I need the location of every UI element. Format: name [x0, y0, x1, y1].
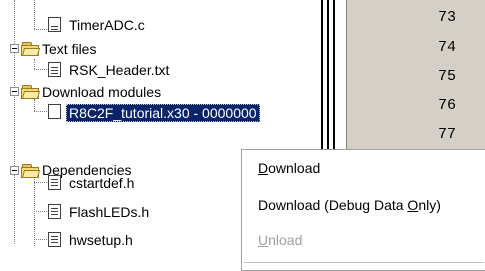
folder-icon: [21, 163, 41, 179]
tree-item-label: cstartdef.h: [69, 175, 135, 191]
menu-item-label: Download: [258, 160, 321, 176]
folder-icon: [21, 41, 41, 57]
menu-item-label: Download (Debug Data Only): [258, 197, 441, 213]
tree-guide-line: [34, 182, 47, 183]
tree-guide-line: [34, 99, 35, 111]
collapse-toggle-icon[interactable]: [10, 166, 19, 175]
tree-item-label: RSK_Header.txt: [69, 62, 170, 78]
tree-item-label: Download modules: [42, 84, 162, 100]
header-file-icon: [48, 232, 61, 247]
menu-item-label: Unload: [258, 232, 303, 248]
tree-guide-line: [34, 211, 47, 212]
tree-guide-line: [14, 0, 15, 244]
line-number: 73: [437, 9, 456, 26]
collapse-toggle-icon[interactable]: [10, 87, 19, 96]
tree-item-label: FlashLEDs.h: [69, 204, 150, 220]
c-file-icon: [48, 17, 61, 32]
line-number: 74: [437, 39, 456, 56]
tree-guide-line: [34, 0, 35, 29]
line-number: 76: [437, 97, 456, 114]
module-file-icon: [48, 104, 61, 119]
tree-item-label: TimerADC.c: [69, 17, 145, 33]
text-file-icon: [48, 62, 61, 77]
tree-guide-line: [34, 29, 47, 30]
tree-item-label: Text files: [42, 41, 97, 57]
menu-item-download[interactable]: Download: [258, 160, 320, 176]
line-number: 77: [437, 126, 456, 143]
tree-guide-line: [34, 59, 35, 69]
menu-item-download-debug-data-only[interactable]: Download (Debug Data Only): [258, 197, 441, 213]
tree-guide-line: [34, 111, 47, 112]
folder-icon: [21, 84, 41, 100]
header-file-icon: [48, 204, 61, 219]
tree-guide-line: [34, 69, 47, 70]
menu-separator: [244, 262, 484, 263]
context-menu: Download Download (Debug Data Only) Unlo…: [241, 149, 485, 271]
menu-item-unload[interactable]: Unload: [258, 232, 302, 248]
header-file-icon: [48, 175, 61, 190]
tree-item-label: R8C2F_tutorial.x30 - 0000000: [66, 104, 260, 122]
line-number: 75: [437, 68, 456, 85]
collapse-toggle-icon[interactable]: [10, 44, 19, 53]
tree-item-label: hwsetup.h: [69, 232, 133, 248]
tree-guide-line: [34, 239, 47, 240]
